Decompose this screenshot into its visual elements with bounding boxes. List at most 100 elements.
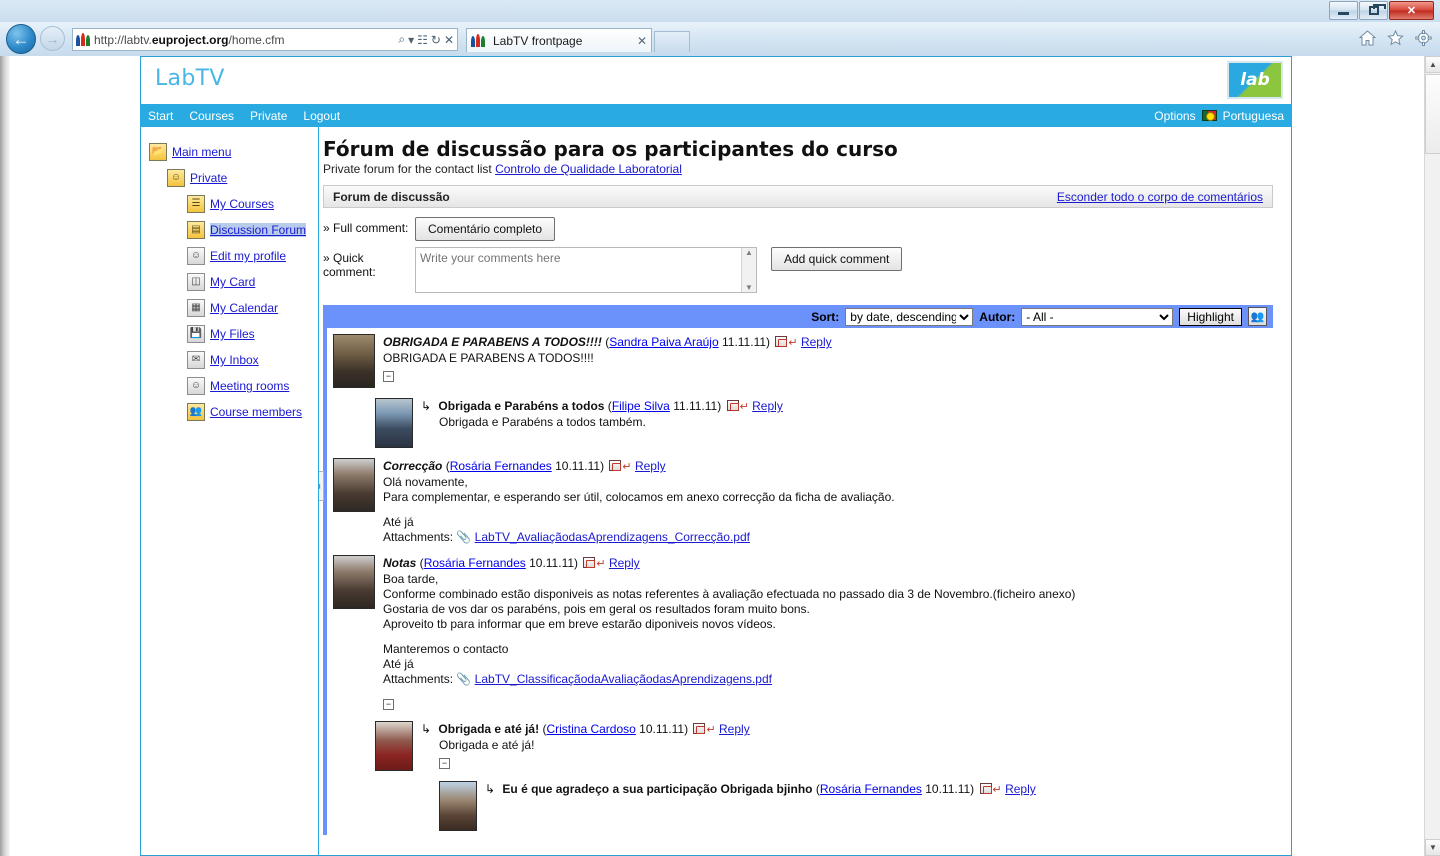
thread-rail bbox=[323, 549, 327, 715]
nav-item-private[interactable]: Private bbox=[250, 109, 287, 123]
scroll-up-arrow[interactable]: ▲ bbox=[1425, 56, 1440, 73]
author-select[interactable]: - All - bbox=[1021, 307, 1174, 326]
post-author[interactable]: Rosária Fernandes bbox=[424, 556, 526, 570]
sidebar-collapse-handle[interactable]: ◄ bbox=[319, 471, 324, 501]
scroll-down-icon[interactable]: ▼ bbox=[742, 283, 756, 292]
hide-all-comments-link[interactable]: Esconder todo o corpo de comentários bbox=[1057, 190, 1263, 204]
sidebar-item-label[interactable]: Discussion Forum bbox=[210, 223, 307, 237]
attachment-link[interactable]: LabTV_ClassificaçãodaAvaliaçãodasAprendi… bbox=[475, 672, 772, 686]
favorites-star-icon[interactable] bbox=[1387, 30, 1404, 46]
sidebar-item-my-inbox[interactable]: ✉ My Inbox bbox=[149, 347, 319, 373]
highlight-button[interactable]: Highlight bbox=[1179, 307, 1242, 326]
reply-arrow-icon[interactable]: ↵ bbox=[993, 784, 1002, 796]
sidebar-item-discussion-forum[interactable]: ▤ Discussion Forum bbox=[149, 217, 319, 243]
compatibility-view-icon[interactable]: ☷ bbox=[417, 33, 428, 47]
page-scrollbar[interactable]: ▲ ▼ bbox=[1424, 56, 1440, 856]
nav-item-start[interactable]: Start bbox=[148, 109, 173, 123]
forum-icon: ▤ bbox=[187, 221, 205, 239]
minimize-button[interactable] bbox=[1329, 1, 1358, 20]
nav-item-logout[interactable]: Logout bbox=[303, 109, 340, 123]
reply-link[interactable]: Reply bbox=[719, 722, 750, 736]
reply-link[interactable]: Reply bbox=[635, 459, 666, 473]
nav-item-options[interactable]: Options bbox=[1154, 109, 1195, 123]
reply-arrow-icon[interactable]: ↵ bbox=[622, 461, 631, 473]
notify-icon[interactable] bbox=[583, 557, 596, 568]
sidebar-item-label[interactable]: My Calendar bbox=[210, 301, 278, 315]
sidebar-item-my-courses[interactable]: ☰ My Courses bbox=[149, 191, 319, 217]
sidebar-item-label[interactable]: My Courses bbox=[210, 197, 274, 211]
forum-post: ↳ Obrigada e até já! (Cristina Cardoso 1… bbox=[323, 715, 1273, 775]
refresh-icon[interactable]: ↻ bbox=[431, 33, 441, 47]
sidebar-item-my-calendar[interactable]: ▦ My Calendar bbox=[149, 295, 319, 321]
full-comment-row: » Full comment: Comentário completo bbox=[323, 217, 1291, 241]
add-quick-comment-button[interactable]: Add quick comment bbox=[771, 247, 903, 271]
scroll-down-arrow[interactable]: ▼ bbox=[1425, 839, 1440, 856]
reply-arrow-icon[interactable]: ↵ bbox=[740, 401, 749, 413]
forum-post: Correcção (Rosária Fernandes 10.11.11) ↵… bbox=[323, 452, 1273, 549]
stop-icon[interactable]: ✕ bbox=[444, 33, 454, 47]
notify-icon[interactable] bbox=[609, 460, 622, 471]
reply-link[interactable]: Reply bbox=[752, 399, 783, 413]
post-author[interactable]: Cristina Cardoso bbox=[546, 722, 635, 736]
contact-list-link[interactable]: Controlo de Qualidade Laboratorial bbox=[495, 162, 682, 176]
sidebar-item-my-files[interactable]: 💾 My Files bbox=[149, 321, 319, 347]
full-comment-button[interactable]: Comentário completo bbox=[415, 217, 556, 241]
folder-user-icon: ☺ bbox=[167, 169, 185, 187]
notify-icon[interactable] bbox=[775, 336, 788, 347]
subscribe-icon-button[interactable]: 👥 bbox=[1248, 307, 1267, 326]
nav-item-courses[interactable]: Courses bbox=[189, 109, 234, 123]
site-brand[interactable]: LabTV bbox=[155, 66, 225, 91]
tab-labtv-frontpage[interactable]: LabTV frontpage ✕ bbox=[466, 28, 652, 52]
sidebar-item-label[interactable]: Meeting rooms bbox=[210, 379, 289, 393]
sort-select[interactable]: by date, descending bbox=[845, 307, 974, 326]
reply-arrow-icon[interactable]: ↵ bbox=[788, 337, 797, 349]
sidebar-item-label[interactable]: My Card bbox=[210, 275, 255, 289]
sidebar-item-label[interactable]: My Files bbox=[210, 327, 255, 341]
reply-arrow-icon[interactable]: ↵ bbox=[706, 724, 715, 736]
post-author[interactable]: Filipe Silva bbox=[612, 399, 670, 413]
post-author[interactable]: Rosária Fernandes bbox=[450, 459, 552, 473]
sidebar-item-label[interactable]: Edit my profile bbox=[210, 249, 286, 263]
collapse-toggle[interactable]: − bbox=[383, 699, 394, 710]
reply-link[interactable]: Reply bbox=[1005, 782, 1036, 796]
post-author[interactable]: Rosária Fernandes bbox=[820, 782, 922, 796]
notify-icon[interactable] bbox=[726, 400, 739, 411]
search-icon[interactable]: ⌕ bbox=[398, 32, 405, 47]
sidebar-item-label[interactable]: Main menu bbox=[172, 145, 231, 159]
notify-icon[interactable] bbox=[693, 723, 706, 734]
post-author[interactable]: Sandra Paiva Araújo bbox=[609, 335, 718, 349]
back-button[interactable]: ← bbox=[6, 24, 36, 54]
scrollbar-thumb[interactable] bbox=[1425, 74, 1440, 154]
sidebar-item-label[interactable]: Private bbox=[190, 171, 227, 185]
new-tab-button[interactable] bbox=[654, 31, 690, 52]
sidebar-item-meeting-rooms[interactable]: ☺ Meeting rooms bbox=[149, 373, 319, 399]
forward-button[interactable]: → bbox=[40, 26, 65, 51]
attachments-label: Attachments: bbox=[383, 530, 454, 544]
reply-link[interactable]: Reply bbox=[609, 556, 640, 570]
sidebar-item-label[interactable]: My Inbox bbox=[210, 353, 259, 367]
sidebar-item-edit-my-profile[interactable]: ☺ Edit my profile bbox=[149, 243, 319, 269]
reply-arrow-icon[interactable]: ↵ bbox=[596, 558, 605, 570]
notify-icon[interactable] bbox=[979, 783, 992, 794]
reply-link[interactable]: Reply bbox=[801, 335, 832, 349]
post-title: OBRIGADA E PARABENS A TODOS!!!! bbox=[383, 335, 602, 349]
restore-button[interactable] bbox=[1359, 1, 1388, 20]
gear-icon[interactable] bbox=[1415, 30, 1432, 46]
collapse-toggle[interactable]: − bbox=[439, 758, 450, 769]
close-button[interactable]: ✕ bbox=[1389, 1, 1434, 20]
collapse-toggle[interactable]: − bbox=[383, 371, 394, 382]
home-icon[interactable] bbox=[1359, 30, 1376, 46]
sidebar-item-private[interactable]: ☺ Private bbox=[149, 165, 319, 191]
tab-close-icon[interactable]: ✕ bbox=[637, 34, 647, 48]
language-label[interactable]: Portuguesa bbox=[1223, 109, 1284, 123]
sidebar-item-label[interactable]: Course members bbox=[210, 405, 302, 419]
quick-comment-input[interactable] bbox=[415, 247, 757, 293]
quick-comment-scrollbar[interactable]: ▲ ▼ bbox=[741, 248, 756, 292]
scroll-up-icon[interactable]: ▲ bbox=[742, 248, 756, 257]
address-bar[interactable]: http://labtv.euproject.org/home.cfm ⌕ ▾ … bbox=[72, 28, 458, 51]
sidebar-item-my-card[interactable]: ◫ My Card bbox=[149, 269, 319, 295]
sidebar-item-course-members[interactable]: 👥 Course members bbox=[149, 399, 319, 425]
chevron-down-icon[interactable]: ▾ bbox=[408, 33, 414, 47]
sidebar-item-main-menu[interactable]: 📂 Main menu bbox=[149, 139, 319, 165]
attachment-link[interactable]: LabTV_AvaliaçãodasAprendizagens_Correcçã… bbox=[475, 530, 750, 544]
